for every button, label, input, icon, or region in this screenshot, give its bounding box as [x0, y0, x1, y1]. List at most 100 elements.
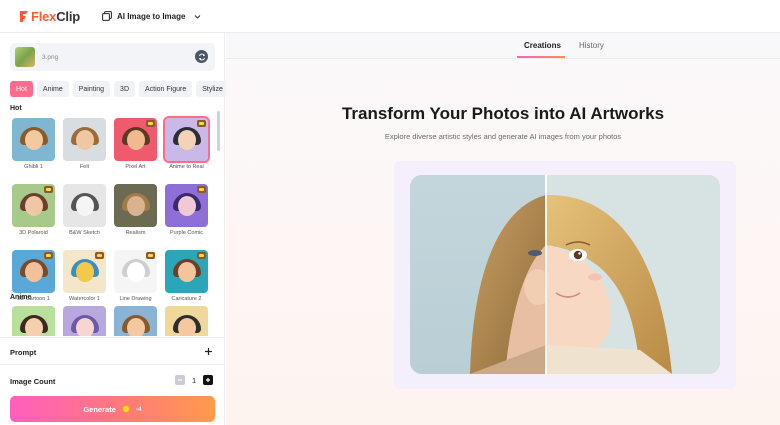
style-card[interactable]: Pixel Art	[114, 118, 157, 170]
style-card-label: Ghibli 1	[24, 164, 43, 170]
minus-icon	[178, 379, 182, 381]
premium-crown-icon	[95, 252, 104, 259]
hot-styles-grid: Ghibli 1 Felt Pixel Art Anime to Real 3D Pol…	[12, 116, 212, 302]
add-prompt-plus-icon[interactable]	[204, 347, 213, 356]
tab-history[interactable]: History	[579, 41, 604, 50]
divider	[0, 337, 225, 338]
thumbnail-face	[24, 130, 43, 151]
premium-crown-icon	[44, 186, 53, 193]
thumbnail-face	[24, 262, 43, 283]
main-area: Creations History Transform Your Photos …	[226, 33, 780, 425]
flexclip-logo[interactable]: Flex Clip	[18, 9, 80, 24]
tab-hot[interactable]: Hot	[10, 81, 33, 97]
tab-anime[interactable]: Anime	[36, 81, 69, 97]
style-card-label: Felt	[79, 164, 90, 170]
image-count-stepper: 1	[175, 375, 214, 385]
divider	[0, 364, 225, 365]
before-after-portrait	[410, 175, 720, 374]
style-card[interactable]	[114, 306, 157, 336]
style-category-tabs: Hot Anime Painting 3D Action Figure Styl…	[10, 81, 239, 97]
premium-crown-icon	[146, 252, 155, 259]
thumbnail-face	[126, 130, 145, 151]
anime-styles-grid	[12, 306, 212, 336]
tool-switcher[interactable]: AI Image to Image	[102, 11, 201, 21]
style-thumbnail	[63, 184, 106, 227]
style-thumbnail	[114, 250, 157, 293]
image-count-label: Image Count	[10, 377, 56, 386]
tab-3d[interactable]: 3D	[114, 81, 135, 97]
style-thumbnail	[163, 116, 210, 163]
style-thumbnail	[114, 118, 157, 161]
thumbnail-face	[75, 196, 94, 217]
style-card-label: Watercolor 1	[69, 296, 100, 302]
image-stack-icon	[102, 11, 112, 21]
style-card-label: Realism	[125, 230, 146, 236]
before-after-divider[interactable]	[545, 175, 547, 374]
style-card[interactable]: Anime to Real	[163, 116, 210, 170]
tool-switcher-label: AI Image to Image	[116, 11, 186, 21]
style-card[interactable]: Realism	[114, 184, 157, 236]
generate-button[interactable]: Generate -4	[10, 396, 215, 422]
style-card-label: Purple Comic	[169, 230, 203, 236]
tab-painting[interactable]: Painting	[72, 81, 111, 97]
style-thumbnail	[165, 250, 208, 293]
style-thumbnail	[114, 306, 157, 336]
chevron-down-icon	[195, 14, 201, 19]
style-card[interactable]: Purple Comic	[165, 184, 208, 236]
premium-crown-icon	[197, 252, 206, 259]
uploaded-image-field[interactable]: 3.png	[10, 43, 215, 71]
style-card[interactable]	[12, 306, 55, 336]
thumbnail-face	[75, 130, 94, 151]
style-thumbnail	[12, 184, 55, 227]
generate-credit-cost: -4	[135, 405, 142, 413]
tab-creations[interactable]: Creations	[524, 41, 561, 50]
replace-image-button[interactable]	[195, 50, 208, 63]
style-card[interactable]: Caricature 2	[165, 250, 208, 302]
style-card-label: Line Drawing	[119, 296, 152, 302]
plus-icon	[206, 378, 211, 382]
tab-stylize[interactable]: Stylize	[196, 81, 229, 97]
style-thumbnail	[63, 118, 106, 161]
logo-text-clip: Clip	[56, 8, 80, 24]
thumbnail-face	[126, 262, 145, 283]
style-card[interactable]: Line Drawing	[114, 250, 157, 302]
logo-text-flex: Flex	[31, 8, 57, 24]
style-card[interactable]: Watercolor 1	[63, 250, 106, 302]
section-heading-anime: Anime	[10, 294, 32, 301]
hero-subtitle: Explore diverse artistic styles and gene…	[384, 132, 622, 141]
active-tab-indicator	[517, 56, 565, 58]
thumbnail-face	[177, 130, 196, 151]
uploaded-image-thumbnail	[15, 47, 35, 67]
style-card[interactable]: 3D Polaroid	[12, 184, 55, 236]
thumbnail-face	[75, 262, 94, 283]
main-tabs: Creations History	[226, 33, 780, 59]
style-thumbnail	[12, 118, 55, 161]
style-card-label: B&W Sketch	[69, 230, 100, 236]
left-panel: 3.png Hot Anime Painting 3D Action Figur…	[0, 33, 239, 425]
credit-coin-icon	[121, 405, 130, 413]
hero-title: Transform Your Photos into AI Artworks	[341, 104, 665, 123]
style-card[interactable]: Felt	[63, 118, 106, 170]
increase-count-button[interactable]	[203, 375, 214, 385]
style-card[interactable]	[63, 306, 106, 336]
thumbnail-face	[24, 318, 43, 336]
prompt-label: Prompt	[10, 348, 37, 357]
decrease-count-button[interactable]	[175, 375, 185, 385]
thumbnail-face	[126, 196, 145, 217]
thumbnail-face	[177, 318, 196, 336]
style-thumbnail	[63, 306, 106, 336]
style-card-label: Caricature 2	[171, 296, 202, 302]
style-card[interactable]: B&W Sketch	[63, 184, 106, 236]
flexclip-logo-icon	[20, 10, 28, 22]
style-card-label: Anime to Real	[169, 164, 204, 170]
premium-crown-icon	[44, 252, 53, 259]
swap-icon	[198, 53, 205, 60]
thumbnail-face	[177, 262, 196, 283]
style-card[interactable]: Ghibli 1	[12, 118, 55, 170]
style-card[interactable]	[165, 306, 208, 336]
tab-action-figure[interactable]: Action Figure	[139, 81, 193, 97]
style-thumbnail	[63, 250, 106, 293]
premium-crown-icon	[197, 186, 206, 193]
premium-crown-icon	[146, 120, 155, 127]
style-card-label: 3D Polaroid	[19, 230, 48, 236]
